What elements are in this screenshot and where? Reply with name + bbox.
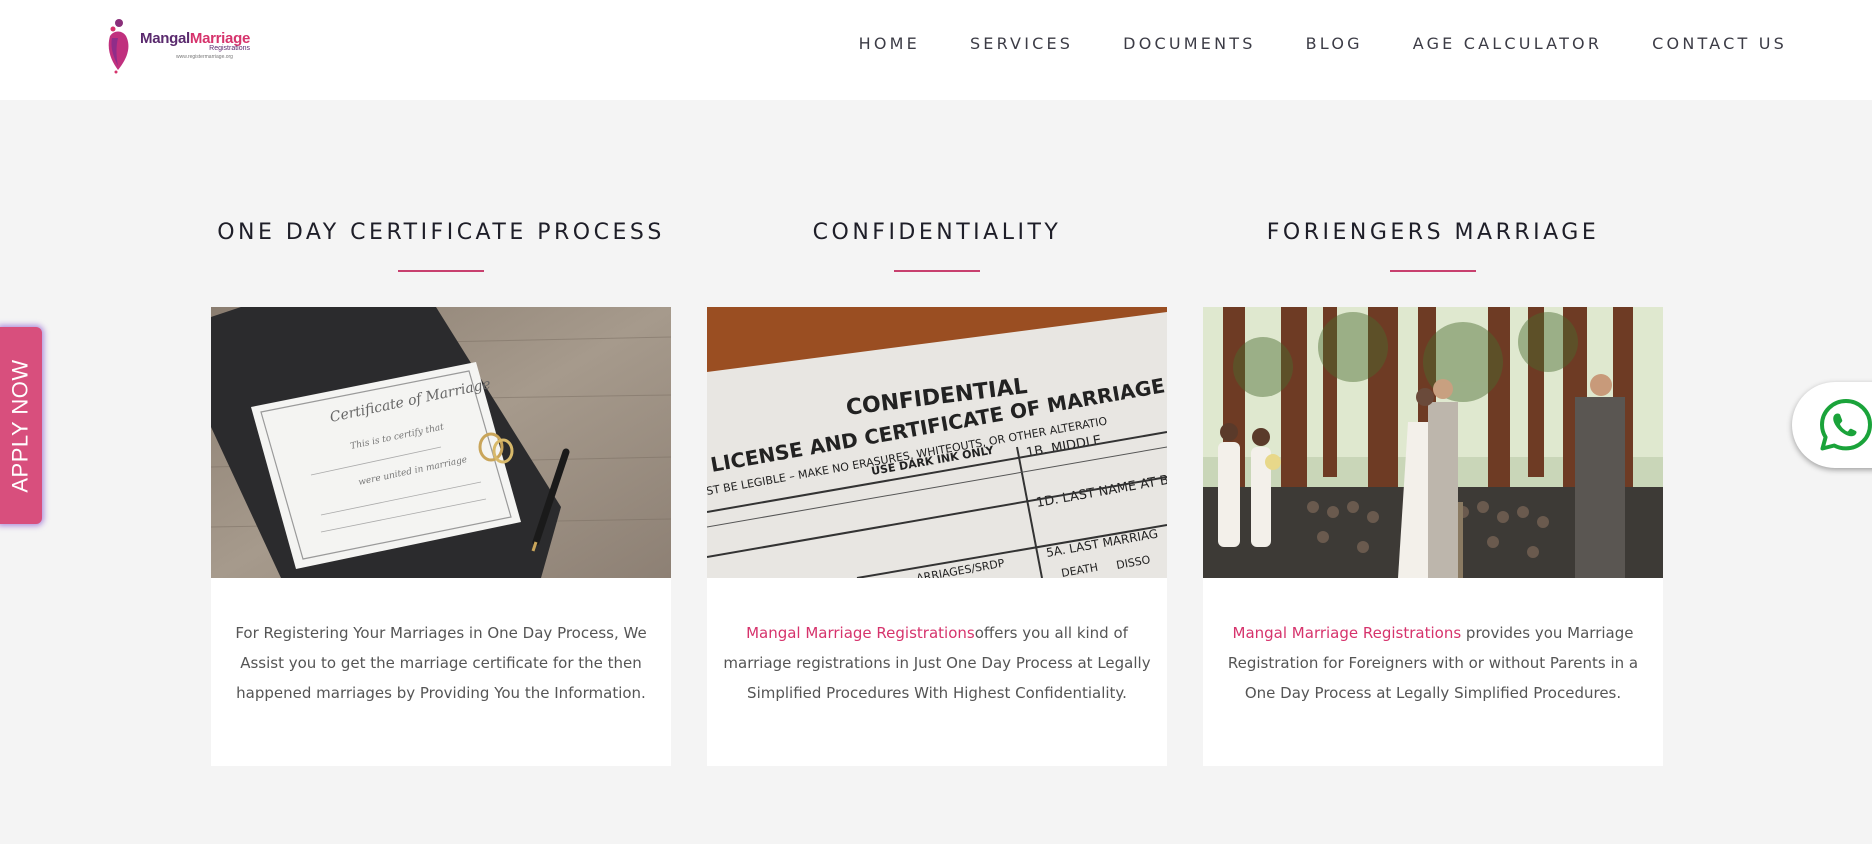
- feature-title: FORIENGERS MARRIAGE: [1266, 220, 1600, 245]
- feature-foreigners-marriage: FORIENGERS MARRIAGE Mangal Marriage Regi…: [1203, 218, 1663, 766]
- brand-link[interactable]: Mangal Marriage Registrations: [1233, 624, 1462, 642]
- feature-card: Mangal Marriage Registrations provides y…: [1203, 307, 1663, 766]
- feature-card: Certificate of Marriage This is to certi…: [211, 307, 671, 766]
- nav-documents[interactable]: DOCUMENTS: [1123, 34, 1255, 53]
- title-underline: [1390, 270, 1476, 272]
- nav-age-calculator[interactable]: AGE CALCULATOR: [1413, 34, 1602, 53]
- feature-description: Mangal Marriage Registrationsoffers you …: [723, 624, 1151, 702]
- logo-tagline: Registrations: [209, 45, 251, 52]
- whatsapp-icon: [1820, 399, 1872, 451]
- title-underline: [398, 270, 484, 272]
- main-nav: HOME SERVICES DOCUMENTS BLOG AGE CALCULA…: [859, 34, 1787, 53]
- apply-now-tab[interactable]: APPLY NOW: [0, 327, 42, 524]
- feature-title: CONFIDENTIALITY: [812, 220, 1062, 245]
- nav-services[interactable]: SERVICES: [970, 34, 1073, 53]
- feature-confidentiality: CONFIDENTIALITY CONFIDENTIAL LICENSE AND…: [707, 218, 1167, 766]
- logo-url: www.registermarriage.org: [176, 54, 233, 60]
- feature-title: ONE DAY CERTIFICATE PROCESS: [217, 220, 665, 245]
- site-header: MangalMarriage Registrations www.registe…: [0, 0, 1872, 100]
- logo-icon: [104, 16, 134, 74]
- feature-one-day-certificate: ONE DAY CERTIFICATE PROCESS Certificate …: [211, 218, 671, 766]
- forest-wedding-image: [1203, 307, 1663, 578]
- confidential-license-image: CONFIDENTIAL LICENSE AND CERTIFICATE OF …: [707, 307, 1167, 578]
- feature-card: CONFIDENTIAL LICENSE AND CERTIFICATE OF …: [707, 307, 1167, 766]
- brand-link[interactable]: Mangal Marriage Registrations: [746, 624, 975, 642]
- nav-contact-us[interactable]: CONTACT US: [1652, 34, 1787, 53]
- feature-description: For Registering Your Marriages in One Da…: [235, 624, 647, 702]
- certificate-image: Certificate of Marriage This is to certi…: [211, 307, 671, 578]
- title-underline: [894, 270, 980, 272]
- nav-blog[interactable]: BLOG: [1306, 34, 1363, 53]
- nav-home[interactable]: HOME: [859, 34, 920, 53]
- site-logo[interactable]: MangalMarriage Registrations www.registe…: [104, 14, 274, 76]
- apply-now-label: APPLY NOW: [8, 358, 33, 493]
- whatsapp-button[interactable]: [1792, 382, 1872, 468]
- feature-description: Mangal Marriage Registrations provides y…: [1227, 624, 1639, 702]
